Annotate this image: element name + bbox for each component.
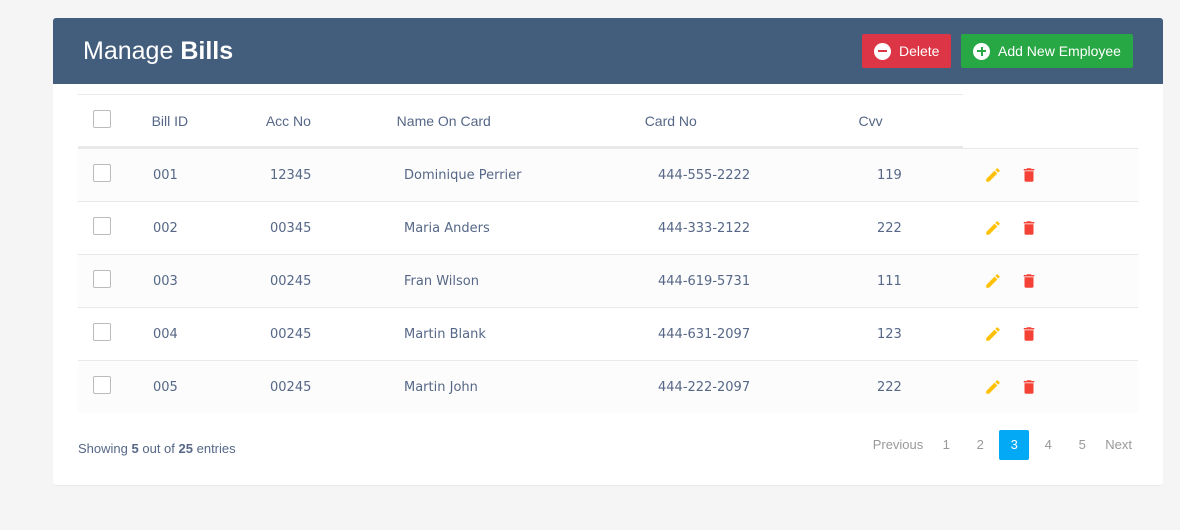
- bills-table: Bill ID Acc No Name On Card Card No Cvv …: [78, 94, 1138, 413]
- row-actions: [984, 272, 1038, 290]
- header-actions: Delete Add New Employee: [862, 34, 1133, 68]
- cell-cvv: 222: [877, 379, 902, 395]
- cell-name-on-card: Maria Anders: [404, 220, 490, 236]
- table-row: 002 00345 Maria Anders 444-333-2122 222: [78, 201, 1138, 254]
- table-footer: Showing 5 out of 25 entries Previous 1 2 3 4…: [78, 430, 1138, 460]
- column-header-card-no[interactable]: Card No: [645, 113, 859, 129]
- row-checkbox[interactable]: [93, 164, 111, 182]
- select-all-cell: [78, 109, 152, 128]
- table-body: 001 12345 Dominique Perrier 444-555-2222 119…: [78, 148, 1138, 413]
- page-title: Manage Bills: [83, 36, 234, 65]
- trash-icon[interactable]: [1020, 219, 1038, 237]
- delete-button-label: Delete: [899, 43, 940, 59]
- pagination: Previous 1 2 3 4 5 Next: [867, 430, 1138, 460]
- cell-bill-id: 003: [153, 273, 178, 289]
- trash-icon[interactable]: [1020, 325, 1038, 343]
- cell-acc-no: 00245: [270, 273, 312, 289]
- pagination-page-5[interactable]: 5: [1067, 430, 1097, 460]
- delete-button[interactable]: Delete: [862, 34, 951, 68]
- row-checkbox[interactable]: [93, 323, 111, 341]
- table-row: 003 00245 Fran Wilson 444-619-5731 111: [78, 254, 1138, 307]
- cell-acc-no: 00245: [270, 326, 312, 342]
- row-checkbox[interactable]: [93, 217, 111, 235]
- row-actions: [984, 166, 1038, 184]
- cell-card-no: 444-619-5731: [658, 273, 751, 289]
- table-row: 005 00245 Martin John 444-222-2097 222: [78, 360, 1138, 413]
- pagination-previous[interactable]: Previous: [869, 430, 928, 460]
- cell-cvv: 111: [877, 273, 902, 289]
- cell-name-on-card: Martin Blank: [404, 326, 486, 342]
- cell-acc-no: 00245: [270, 379, 312, 395]
- select-all-checkbox[interactable]: [93, 109, 111, 128]
- row-check-cell: [78, 376, 153, 394]
- cell-bill-id: 002: [153, 220, 178, 236]
- row-actions: [984, 378, 1038, 396]
- pencil-icon[interactable]: [984, 219, 1002, 237]
- cell-acc-no: 00345: [270, 220, 312, 236]
- add-button-label: Add New Employee: [998, 43, 1121, 59]
- trash-icon[interactable]: [1020, 272, 1038, 290]
- cell-cvv: 222: [877, 220, 902, 236]
- pencil-icon[interactable]: [984, 166, 1002, 184]
- entries-hint: Showing 5 out of 25 entries: [78, 440, 236, 456]
- cell-card-no: 444-631-2097: [658, 326, 751, 342]
- card-header: Manage Bills Delete Add New Employee: [53, 18, 1163, 84]
- row-checkbox[interactable]: [93, 376, 111, 394]
- cell-bill-id: 005: [153, 379, 178, 395]
- bills-card: Manage Bills Delete Add New Employee Bil…: [53, 18, 1163, 485]
- trash-icon[interactable]: [1020, 166, 1038, 184]
- pencil-icon[interactable]: [984, 272, 1002, 290]
- row-actions: [984, 219, 1038, 237]
- table-row: 001 12345 Dominique Perrier 444-555-2222 119: [78, 148, 1138, 201]
- cell-name-on-card: Dominique Perrier: [404, 167, 522, 183]
- cell-card-no: 444-555-2222: [658, 167, 751, 183]
- plus-circle-icon: [973, 42, 990, 60]
- table-header: Bill ID Acc No Name On Card Card No Cvv: [78, 94, 963, 148]
- pagination-page-1[interactable]: 1: [931, 430, 961, 460]
- cell-name-on-card: Martin John: [404, 379, 478, 395]
- pencil-icon[interactable]: [984, 378, 1002, 396]
- row-check-cell: [78, 164, 153, 182]
- cell-cvv: 123: [877, 326, 902, 342]
- column-header-acc-no[interactable]: Acc No: [266, 113, 397, 129]
- cell-bill-id: 001: [153, 167, 178, 183]
- pagination-page-2[interactable]: 2: [965, 430, 995, 460]
- row-check-cell: [78, 323, 153, 341]
- cell-acc-no: 12345: [270, 167, 312, 183]
- cell-card-no: 444-222-2097: [658, 379, 751, 395]
- row-actions: [984, 325, 1038, 343]
- cell-cvv: 119: [877, 167, 902, 183]
- row-check-cell: [78, 270, 153, 288]
- pagination-page-4[interactable]: 4: [1033, 430, 1063, 460]
- cell-bill-id: 004: [153, 326, 178, 342]
- cell-card-no: 444-333-2122: [658, 220, 751, 236]
- add-new-employee-button[interactable]: Add New Employee: [961, 34, 1133, 68]
- row-check-cell: [78, 217, 153, 235]
- column-header-bill-id[interactable]: Bill ID: [152, 113, 266, 129]
- pagination-page-3[interactable]: 3: [999, 430, 1030, 460]
- pagination-next[interactable]: Next: [1101, 430, 1136, 460]
- column-header-cvv[interactable]: Cvv: [859, 113, 963, 129]
- row-checkbox[interactable]: [93, 270, 111, 288]
- cell-name-on-card: Fran Wilson: [404, 273, 479, 289]
- pencil-icon[interactable]: [984, 325, 1002, 343]
- trash-icon[interactable]: [1020, 378, 1038, 396]
- minus-circle-icon: [874, 42, 891, 60]
- table-row: 004 00245 Martin Blank 444-631-2097 123: [78, 307, 1138, 360]
- column-header-name-on-card[interactable]: Name On Card: [397, 113, 645, 129]
